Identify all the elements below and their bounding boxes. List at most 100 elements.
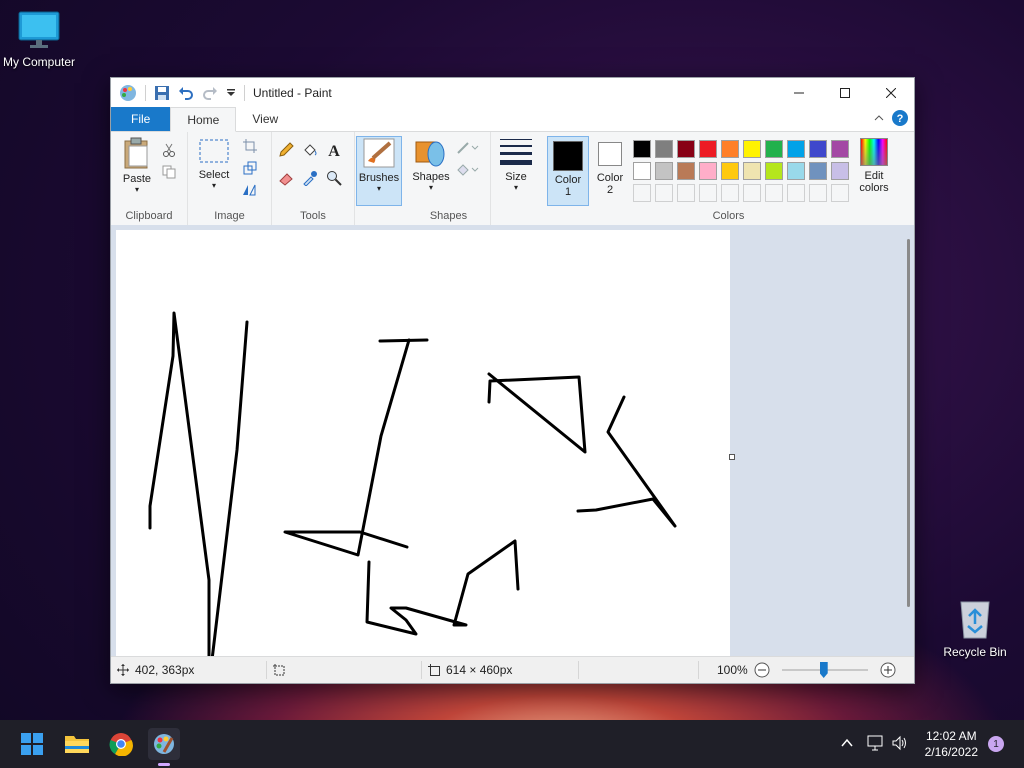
- custom-color-slot[interactable]: [831, 184, 849, 202]
- palette-swatch[interactable]: [655, 140, 673, 158]
- cut-button[interactable]: [159, 140, 179, 160]
- custom-color-slot[interactable]: [743, 184, 761, 202]
- folder-icon: [65, 736, 89, 753]
- maximize-button[interactable]: [822, 78, 868, 107]
- rotate-button[interactable]: [240, 180, 260, 200]
- custom-color-slot[interactable]: [677, 184, 695, 202]
- help-icon[interactable]: ?: [892, 110, 908, 126]
- notification-count: 1: [993, 738, 999, 750]
- zoom-out-icon[interactable]: [754, 662, 770, 678]
- palette-swatch[interactable]: [787, 140, 805, 158]
- close-button[interactable]: [868, 78, 914, 107]
- zoom-in-icon[interactable]: [880, 662, 896, 678]
- color-picker-tool[interactable]: [300, 168, 320, 188]
- chevron-up-icon[interactable]: [841, 738, 853, 748]
- recycle-bin-desktop-icon[interactable]: Recycle Bin: [938, 596, 1012, 659]
- color1-button[interactable]: Color 1: [547, 136, 589, 206]
- save-icon[interactable]: [154, 85, 170, 101]
- tab-file[interactable]: File: [111, 107, 171, 131]
- collapse-ribbon-icon[interactable]: [874, 114, 884, 122]
- palette-swatch[interactable]: [633, 162, 651, 180]
- palette-swatch[interactable]: [809, 162, 827, 180]
- palette-swatch[interactable]: [721, 162, 739, 180]
- crop-button[interactable]: [240, 136, 260, 156]
- start-button[interactable]: [16, 728, 48, 760]
- size-button[interactable]: Size ▾: [497, 136, 535, 192]
- palette-swatch[interactable]: [633, 140, 651, 158]
- palette-swatch[interactable]: [677, 140, 695, 158]
- copy-button[interactable]: [159, 162, 179, 182]
- custom-color-slot[interactable]: [809, 184, 827, 202]
- palette-swatch[interactable]: [831, 162, 849, 180]
- canvas-resize-handle[interactable]: [729, 454, 735, 460]
- zoom-level: 100%: [717, 663, 748, 677]
- palette-swatch[interactable]: [765, 162, 783, 180]
- paint-taskbar-button[interactable]: [148, 728, 180, 766]
- stroke: [365, 539, 520, 636]
- text-icon: A: [328, 143, 340, 158]
- status-bar: 402, 363px 614 × 460px 100%: [111, 656, 914, 683]
- fill-button[interactable]: [455, 160, 481, 180]
- palette-swatch[interactable]: [721, 140, 739, 158]
- clipboard-group: Paste ▾ Clipboard: [111, 132, 188, 225]
- palette-swatch[interactable]: [809, 140, 827, 158]
- custom-color-slot[interactable]: [633, 184, 651, 202]
- palette-swatch[interactable]: [743, 162, 761, 180]
- system-clock[interactable]: 12:02 AM 2/16/2022: [925, 728, 978, 760]
- edit-colors-button[interactable]: Edit colors: [853, 136, 895, 194]
- paint-app-icon[interactable]: [119, 84, 137, 102]
- volume-icon[interactable]: [891, 734, 909, 752]
- redo-icon[interactable]: [202, 85, 218, 101]
- palette-swatch[interactable]: [699, 162, 717, 180]
- text-tool[interactable]: A: [324, 140, 344, 160]
- palette-swatch[interactable]: [743, 140, 761, 158]
- color2-button[interactable]: Color 2: [591, 136, 629, 204]
- custom-color-slot[interactable]: [787, 184, 805, 202]
- palette-swatch[interactable]: [677, 162, 695, 180]
- palette-swatch[interactable]: [831, 140, 849, 158]
- palette-swatch[interactable]: [765, 140, 783, 158]
- color2-swatch: [598, 142, 622, 166]
- svg-text:A: A: [328, 143, 340, 158]
- cursor-position: 402, 363px: [117, 657, 194, 683]
- divider: [421, 661, 422, 679]
- windows-start-icon: [21, 733, 43, 755]
- palette-swatch[interactable]: [787, 162, 805, 180]
- vertical-scrollbar[interactable]: [907, 239, 910, 607]
- brushes-button[interactable]: Brushes ▾: [356, 136, 402, 206]
- shapes-button[interactable]: Shapes ▾: [411, 136, 451, 192]
- title-bar: Untitled - Paint: [111, 78, 914, 107]
- tab-view[interactable]: View: [236, 107, 294, 131]
- outline-button[interactable]: [455, 138, 481, 158]
- tab-home[interactable]: Home: [170, 107, 237, 132]
- brushes-label: Brushes: [358, 172, 400, 184]
- custom-color-slot[interactable]: [655, 184, 673, 202]
- minimize-button[interactable]: [776, 78, 822, 107]
- file-explorer-taskbar-button[interactable]: [61, 728, 93, 760]
- custom-color-slot[interactable]: [765, 184, 783, 202]
- my-computer-desktop-icon[interactable]: My Computer: [0, 10, 78, 69]
- paint-window: Untitled - Paint File Home View ? Paste …: [110, 77, 915, 684]
- customize-qa-dropdown-icon[interactable]: [226, 88, 236, 98]
- drawing-canvas[interactable]: [116, 230, 730, 657]
- zoom-slider-thumb[interactable]: [819, 662, 828, 678]
- palette-swatch[interactable]: [699, 140, 717, 158]
- chrome-taskbar-button[interactable]: [105, 728, 137, 760]
- eraser-tool[interactable]: [276, 168, 296, 188]
- shapes-icon: [415, 141, 445, 167]
- paste-button[interactable]: Paste ▾: [119, 136, 155, 194]
- zoom-slider[interactable]: [781, 662, 868, 678]
- network-icon[interactable]: [866, 734, 884, 752]
- custom-color-slot[interactable]: [721, 184, 739, 202]
- notification-badge[interactable]: 1: [988, 736, 1004, 752]
- divider: [578, 661, 579, 679]
- select-button[interactable]: Select ▾: [196, 136, 232, 190]
- undo-icon[interactable]: [178, 85, 194, 101]
- pencil-tool[interactable]: [276, 140, 296, 160]
- resize-button[interactable]: [240, 158, 260, 178]
- custom-color-slot[interactable]: [699, 184, 717, 202]
- fill-tool[interactable]: [300, 140, 320, 160]
- magnifier-tool[interactable]: [324, 168, 344, 188]
- paint-icon: [154, 734, 174, 754]
- palette-swatch[interactable]: [655, 162, 673, 180]
